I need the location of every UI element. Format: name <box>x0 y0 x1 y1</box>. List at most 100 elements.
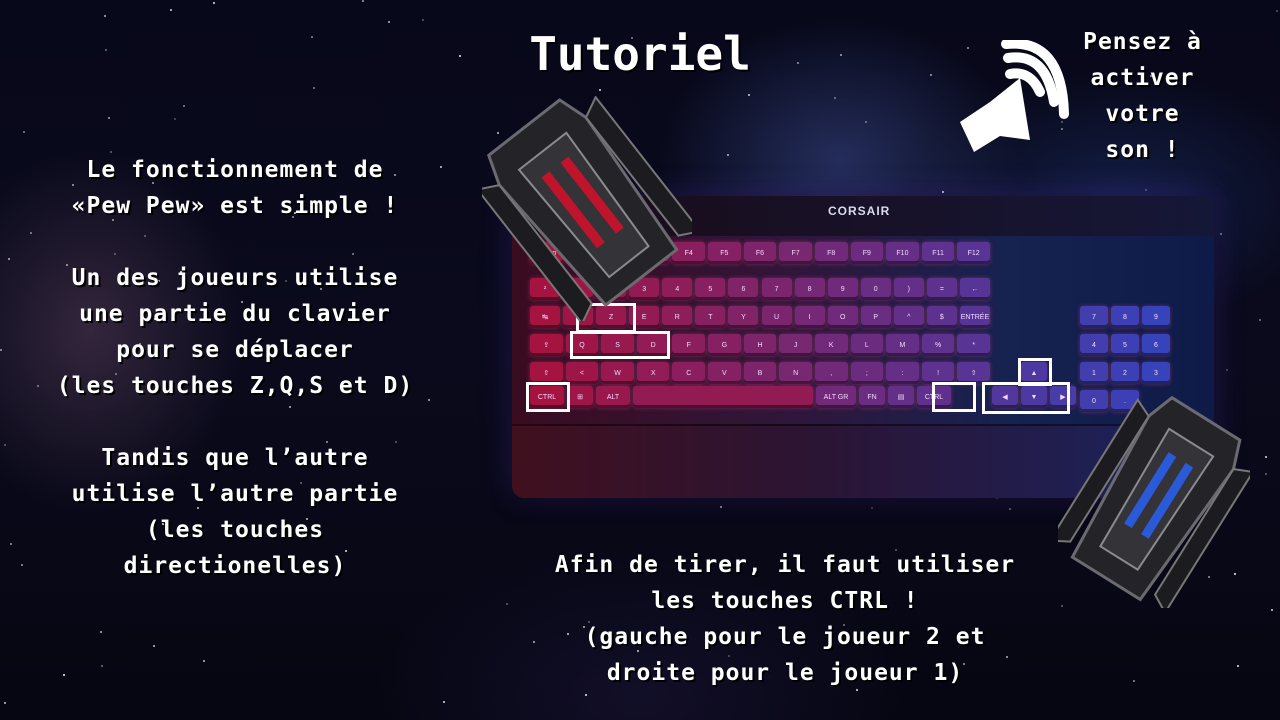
key: V <box>708 362 741 384</box>
key: FN <box>859 386 885 408</box>
key: * <box>957 334 990 356</box>
key: 1 <box>1080 362 1108 384</box>
key: 5 <box>1111 334 1139 356</box>
key: H <box>743 334 777 356</box>
key: M <box>886 334 919 356</box>
star <box>1226 369 1228 371</box>
star <box>506 603 508 605</box>
key: ⇧ <box>530 362 563 384</box>
key: $ <box>926 306 957 328</box>
star <box>174 118 176 120</box>
star <box>100 631 102 633</box>
key: F10 <box>886 242 919 264</box>
star <box>720 506 722 508</box>
star <box>942 191 944 193</box>
key: 7 <box>1080 306 1108 328</box>
key: F12 <box>957 242 990 264</box>
star <box>4 444 6 446</box>
star <box>585 694 587 696</box>
star <box>1271 609 1273 611</box>
key: J <box>779 334 812 356</box>
star <box>1276 10 1278 12</box>
key: 7 <box>761 278 792 300</box>
spaceship-blue-icon <box>1058 396 1250 608</box>
key: ⇪ <box>530 334 563 356</box>
key: F9 <box>850 242 884 264</box>
key: 0 <box>860 278 891 300</box>
star <box>1259 319 1261 321</box>
key: P <box>860 306 891 328</box>
key: T <box>695 306 726 328</box>
key: I <box>794 306 825 328</box>
star <box>1265 456 1267 458</box>
star <box>1265 473 1267 475</box>
instructions-movement: Le fonctionnement de «Pew Pew» est simpl… <box>56 157 414 579</box>
key: ^ <box>893 306 924 328</box>
star <box>362 0 364 2</box>
star <box>1237 665 1239 667</box>
star <box>865 121 867 123</box>
page-title: Tutoriel <box>529 27 751 81</box>
key: L <box>850 334 884 356</box>
star <box>1145 189 1147 191</box>
star <box>153 645 155 647</box>
key: ! <box>921 362 955 384</box>
key: W <box>601 362 634 384</box>
star <box>23 131 25 133</box>
spaceship-red-icon <box>482 96 692 321</box>
key: F <box>672 334 706 356</box>
key: F11 <box>921 242 955 264</box>
key: 5 <box>695 278 726 300</box>
key: 9 <box>1142 306 1170 328</box>
key: F6 <box>743 242 777 264</box>
star <box>834 97 836 99</box>
star <box>203 660 205 662</box>
key: ⇧ <box>957 362 990 384</box>
star <box>104 15 106 17</box>
star <box>727 154 729 156</box>
key: ALT GR <box>816 386 856 408</box>
star <box>313 87 315 89</box>
instructions-fire: Afin de tirer, il faut utiliser les touc… <box>554 552 1016 686</box>
star <box>422 19 424 21</box>
key: C <box>672 362 706 384</box>
key: X <box>636 362 670 384</box>
star <box>930 74 932 76</box>
key: ENTRÉE <box>959 306 990 328</box>
star <box>108 117 110 119</box>
key: ▤ <box>888 386 914 408</box>
key-highlight <box>982 382 1070 414</box>
key: 6 <box>1142 334 1170 356</box>
key: ← <box>959 278 990 300</box>
star <box>8 258 10 260</box>
star <box>170 9 172 11</box>
star <box>443 701 445 703</box>
key-highlight <box>570 331 670 359</box>
key: 3 <box>1142 362 1170 384</box>
key: 4 <box>1080 334 1108 356</box>
key: Y <box>728 306 759 328</box>
star <box>871 507 873 509</box>
star <box>101 665 103 667</box>
key <box>633 386 813 408</box>
key: N <box>779 362 812 384</box>
key: ALT <box>596 386 630 408</box>
key: , <box>814 362 848 384</box>
star <box>599 89 601 91</box>
key: F7 <box>779 242 812 264</box>
star <box>0 349 2 351</box>
star <box>213 2 215 4</box>
key: 8 <box>794 278 825 300</box>
key: ; <box>850 362 884 384</box>
key: ⊞ <box>567 386 593 408</box>
key: K <box>814 334 848 356</box>
key-highlight <box>526 382 570 412</box>
keyboard-brand: CORSAIR <box>828 204 891 218</box>
key: < <box>565 362 599 384</box>
key: G <box>708 334 741 356</box>
star <box>105 49 107 51</box>
star <box>183 105 185 107</box>
star <box>10 543 12 545</box>
star <box>4 702 6 704</box>
key: F5 <box>708 242 741 264</box>
